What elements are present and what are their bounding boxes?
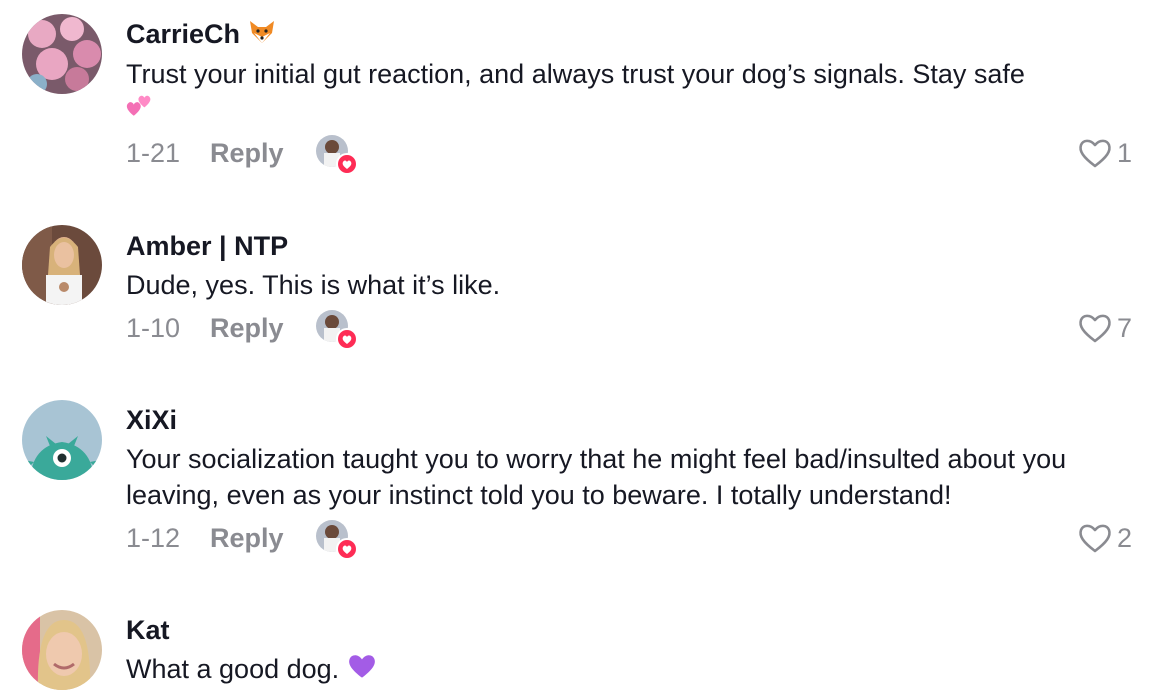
reply-button[interactable]: Reply xyxy=(210,523,284,554)
comment-meta: 1-10 Reply xyxy=(126,310,358,350)
avatar[interactable] xyxy=(22,400,102,480)
heart-icon xyxy=(335,153,358,175)
like-button[interactable]: 7 xyxy=(1077,310,1132,346)
purple-heart-icon xyxy=(347,652,377,689)
comment-text: What a good dog. xyxy=(126,651,1126,689)
heart-outline-icon xyxy=(1079,139,1111,168)
comment-text: Trust your initial gut reaction, and alw… xyxy=(126,56,1126,130)
like-count: 7 xyxy=(1116,312,1132,343)
comment-username[interactable]: CarrieCh xyxy=(126,18,276,52)
avatar[interactable] xyxy=(22,14,102,94)
comment-username[interactable]: XiXi xyxy=(126,404,177,436)
heart-outline-icon xyxy=(1079,524,1111,553)
avatar[interactable] xyxy=(22,610,102,690)
heart-outline-icon xyxy=(1079,314,1111,343)
fox-icon xyxy=(248,19,276,52)
like-count: 1 xyxy=(1116,137,1132,168)
comment-text: Your socialization taught you to worry t… xyxy=(126,444,1067,510)
comment-meta: 1-21 Reply xyxy=(126,135,358,175)
comment-date: 1-12 xyxy=(126,522,181,553)
comment-username[interactable]: Kat xyxy=(126,614,170,646)
comment-date: 1-21 xyxy=(126,137,181,168)
like-button[interactable]: 2 xyxy=(1077,520,1132,556)
comment-date: 1-10 xyxy=(126,312,181,343)
like-count: 2 xyxy=(1116,522,1132,553)
avatar[interactable] xyxy=(22,225,102,305)
comment-meta: 1-12 Reply xyxy=(126,520,358,560)
reply-button[interactable]: Reply xyxy=(210,138,284,169)
comment-text: Dude, yes. This is what it’s like. xyxy=(126,270,501,300)
heart-icon xyxy=(335,328,358,350)
liked-by-creator-badge xyxy=(315,310,358,350)
reply-button[interactable]: Reply xyxy=(210,313,284,344)
comment-username[interactable]: Amber | NTP xyxy=(126,230,288,262)
two-hearts-icon xyxy=(126,94,154,130)
liked-by-creator-badge xyxy=(315,135,358,175)
heart-icon xyxy=(335,538,358,560)
liked-by-creator-badge xyxy=(315,520,358,560)
like-button[interactable]: 1 xyxy=(1077,135,1132,171)
